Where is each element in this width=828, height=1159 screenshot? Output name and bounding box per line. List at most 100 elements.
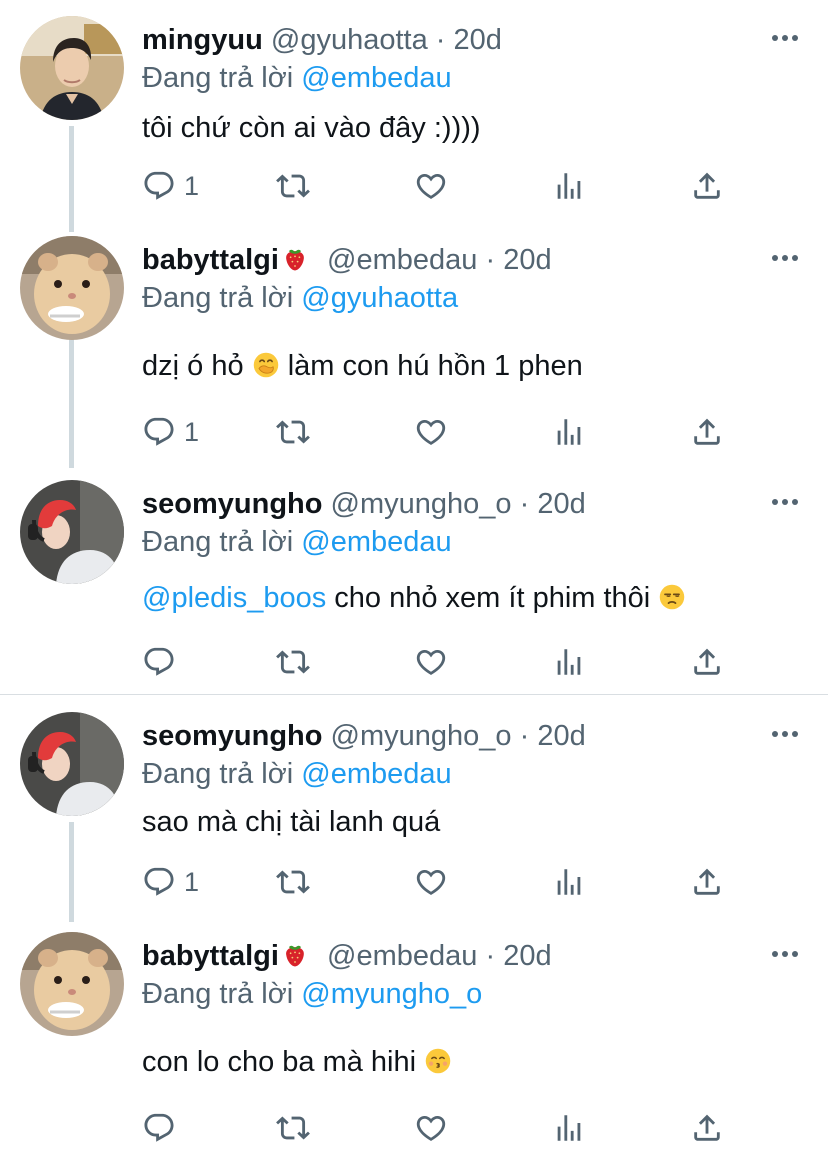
tweet-header: babyttalgi @embedau · 20d xyxy=(142,240,768,280)
separator-dot: · xyxy=(435,24,446,56)
reply-prefix: Đang trả lời xyxy=(142,62,294,94)
user-handle[interactable]: @myungho_o xyxy=(331,720,512,752)
heart-icon xyxy=(414,169,448,203)
timestamp[interactable]: 20d xyxy=(537,720,585,752)
tweet[interactable]: babyttalgi @embedau · 20d Đang trả lời @… xyxy=(0,932,828,1152)
reply-context: Đang trả lời @myungho_o xyxy=(142,974,482,1014)
more-options-icon[interactable] xyxy=(770,944,800,964)
stats-icon xyxy=(552,645,586,679)
stats-icon xyxy=(552,415,586,449)
share-button[interactable] xyxy=(690,862,724,902)
more-options-icon[interactable] xyxy=(770,492,800,512)
timestamp[interactable]: 20d xyxy=(503,940,551,972)
man-avatar-image xyxy=(20,16,124,120)
reply-to-mention[interactable]: @embedau xyxy=(301,526,451,558)
tweet-text-end: làm con hú hồn 1 phen xyxy=(287,350,583,382)
tweet-header: mingyuu @gyuhaotta · 20d xyxy=(142,20,768,60)
tweet[interactable]: babyttalgi @embedau · 20d Đang trả lời @… xyxy=(0,236,828,456)
kissing-face-emoji-icon xyxy=(424,1047,452,1075)
share-icon xyxy=(690,169,724,203)
reply-button[interactable] xyxy=(142,1108,184,1148)
more-options-icon[interactable] xyxy=(770,248,800,268)
separator-dot: · xyxy=(485,244,496,276)
avatar[interactable] xyxy=(20,236,124,340)
separator-dot: · xyxy=(519,488,530,520)
user-handle[interactable]: @embedau xyxy=(327,940,477,972)
action-bar: 1 xyxy=(142,862,742,902)
avatar[interactable] xyxy=(20,932,124,1036)
reply-to-mention[interactable]: @gyuhaotta xyxy=(301,282,458,314)
heart-icon xyxy=(414,865,448,899)
reply-button[interactable]: 1 xyxy=(142,412,199,452)
views-button[interactable] xyxy=(552,166,586,206)
tweet-header: seomyungho @myungho_o · 20d xyxy=(142,716,768,756)
reply-to-mention[interactable]: @myungho_o xyxy=(301,978,482,1010)
user-handle[interactable]: @embedau xyxy=(327,244,477,276)
action-bar: 1 xyxy=(142,412,742,452)
action-bar: 1 xyxy=(142,166,742,206)
tweet-text-start: con lo cho ba mà hihi xyxy=(142,1046,417,1078)
tweet-mention-link[interactable]: @pledis_boos xyxy=(142,582,326,614)
reply-count: 1 xyxy=(184,866,200,897)
avatar[interactable] xyxy=(20,712,124,816)
share-button[interactable] xyxy=(690,1108,724,1148)
timestamp[interactable]: 20d xyxy=(454,24,502,56)
reply-button[interactable]: 1 xyxy=(142,166,199,206)
like-button[interactable] xyxy=(414,862,448,902)
display-name[interactable]: babyttalgi xyxy=(142,940,279,972)
red-hair-avatar-image xyxy=(20,480,124,584)
reply-to-mention[interactable]: @embedau xyxy=(301,758,451,790)
thread-divider xyxy=(0,694,828,695)
reply-prefix: Đang trả lời xyxy=(142,282,294,314)
avatar[interactable] xyxy=(20,480,124,584)
separator-dot: · xyxy=(519,720,530,752)
display-name[interactable]: mingyuu xyxy=(142,24,263,56)
reply-button[interactable]: 1 xyxy=(142,862,199,902)
like-button[interactable] xyxy=(414,166,448,206)
user-handle[interactable]: @gyuhaotta xyxy=(271,24,428,56)
views-button[interactable] xyxy=(552,1108,586,1148)
retweet-button[interactable] xyxy=(276,1108,310,1148)
timestamp[interactable]: 20d xyxy=(503,244,551,276)
retweet-icon xyxy=(276,865,310,899)
hand-over-mouth-emoji-icon xyxy=(252,351,280,379)
display-name[interactable]: babyttalgi xyxy=(142,244,279,276)
strawberry-emoji-icon xyxy=(281,941,309,969)
like-button[interactable] xyxy=(414,412,448,452)
reply-to-mention[interactable]: @embedau xyxy=(301,62,451,94)
like-button[interactable] xyxy=(414,1108,448,1148)
reply-icon xyxy=(142,1111,176,1145)
retweet-button[interactable] xyxy=(276,862,310,902)
share-button[interactable] xyxy=(690,412,724,452)
share-button[interactable] xyxy=(690,166,724,206)
retweet-button[interactable] xyxy=(276,412,310,452)
tweet-text: sao mà chị tài lanh quá xyxy=(142,806,441,838)
tweet-header: babyttalgi @embedau · 20d xyxy=(142,936,768,976)
stats-icon xyxy=(552,865,586,899)
tweet[interactable]: mingyuu @gyuhaotta · 20d Đang trả lời @e… xyxy=(0,16,828,216)
views-button[interactable] xyxy=(552,642,586,682)
share-button[interactable] xyxy=(690,642,724,682)
reply-button[interactable] xyxy=(142,642,184,682)
reply-prefix: Đang trả lời xyxy=(142,526,294,558)
more-options-icon[interactable] xyxy=(770,28,800,48)
retweet-button[interactable] xyxy=(276,166,310,206)
like-button[interactable] xyxy=(414,642,448,682)
views-button[interactable] xyxy=(552,862,586,902)
display-name[interactable]: seomyungho xyxy=(142,720,322,752)
retweet-icon xyxy=(276,415,310,449)
tweet[interactable]: seomyungho @myungho_o · 20d Đang trả lời… xyxy=(0,712,828,922)
views-button[interactable] xyxy=(552,412,586,452)
more-options-icon[interactable] xyxy=(770,724,800,744)
share-icon xyxy=(690,415,724,449)
avatar[interactable] xyxy=(20,16,124,120)
reply-icon xyxy=(142,865,176,899)
user-handle[interactable]: @myungho_o xyxy=(331,488,512,520)
timestamp[interactable]: 20d xyxy=(537,488,585,520)
reply-prefix: Đang trả lời xyxy=(142,978,294,1010)
display-name[interactable]: seomyungho xyxy=(142,488,322,520)
tweet[interactable]: seomyungho @myungho_o · 20d Đang trả lời… xyxy=(0,480,828,690)
share-icon xyxy=(690,1111,724,1145)
retweet-button[interactable] xyxy=(276,642,310,682)
tweet-text: dzị ó hỏ làm con hú hồn 1 phen xyxy=(142,346,583,386)
